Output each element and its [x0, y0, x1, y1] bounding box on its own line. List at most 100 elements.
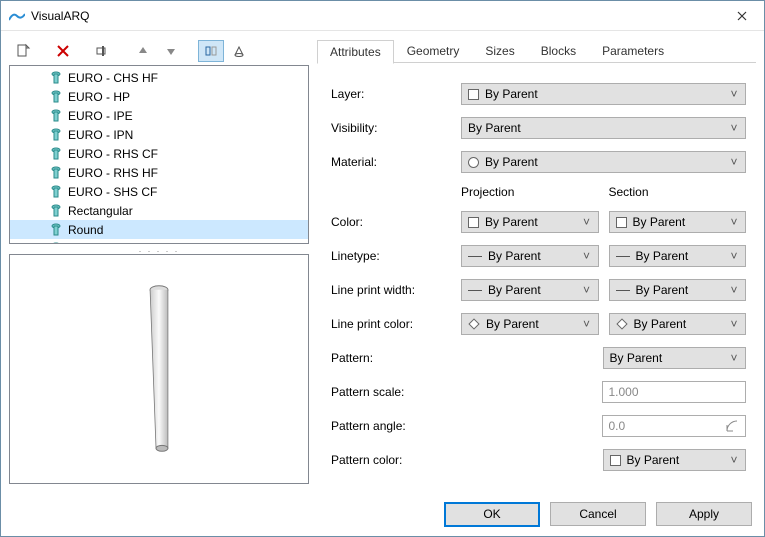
pattern-combo[interactable]: By Parent˅ [603, 347, 747, 369]
linetype-projection-combo[interactable]: By Parent˅ [461, 245, 599, 267]
pattern-scale-input[interactable]: 1.000 [602, 381, 747, 403]
tree-item[interactable]: Round [10, 220, 308, 239]
tree-item[interactable]: EURO - SHS CF [10, 182, 308, 201]
tree-item-label: EURO - RHS HF [68, 166, 158, 180]
pattern-label: Pattern: [331, 351, 461, 365]
layer-label: Layer: [331, 87, 461, 101]
right-column: AttributesGeometrySizesBlocksParameters … [317, 39, 756, 484]
left-column: EURO - CHS HF EURO - HP EURO - IPE EURO - I… [9, 39, 309, 484]
tree-item[interactable]: EURO - RHS CF [10, 144, 308, 163]
tab-parameters[interactable]: Parameters [589, 39, 677, 63]
tree-item-label: EURO - IPE [68, 109, 133, 123]
line-icon [468, 256, 482, 257]
new-style-button[interactable] [10, 40, 36, 62]
layer-value: By Parent [485, 87, 721, 101]
tree-item[interactable]: Rectangular [10, 201, 308, 220]
material-icon [468, 157, 479, 168]
tab-attributes[interactable]: Attributes [317, 40, 394, 64]
rename-button[interactable] [90, 40, 116, 62]
tab-blocks[interactable]: Blocks [528, 39, 589, 63]
move-down-button[interactable] [158, 40, 184, 62]
window-title: VisualARQ [31, 9, 720, 23]
color-label: Color: [331, 215, 461, 229]
pattern-color-label: Pattern color: [331, 453, 461, 467]
angle-unit-icon [725, 419, 739, 433]
layer-combo[interactable]: By Parent ˅ [461, 83, 746, 105]
line-icon [468, 290, 482, 291]
column-style-icon [50, 223, 62, 237]
apply-button[interactable]: Apply [656, 502, 752, 526]
titlebar: VisualARQ [1, 1, 764, 31]
view-front-button[interactable] [198, 40, 224, 62]
view-persp-button[interactable] [226, 40, 252, 62]
chevron-down-icon: ˅ [727, 351, 741, 365]
column-style-icon [50, 185, 62, 199]
dialog-footer: OK Cancel Apply [1, 492, 764, 536]
chevron-down-icon: ˅ [580, 249, 594, 263]
visibility-value: By Parent [468, 121, 721, 135]
preview-pane [9, 254, 309, 484]
chevron-down-icon: ˅ [727, 215, 741, 229]
move-up-button[interactable] [130, 40, 156, 62]
section-header: Section [609, 185, 747, 199]
lpw-section-combo[interactable]: By Parent˅ [609, 279, 747, 301]
attributes-panel: Layer: By Parent ˅ Visibility: By Parent… [317, 63, 756, 484]
chevron-down-icon: ˅ [580, 317, 594, 331]
horizontal-splitter[interactable]: . . . . . [9, 244, 309, 254]
material-combo[interactable]: By Parent ˅ [461, 151, 746, 173]
close-button[interactable] [720, 1, 764, 31]
swatch-icon [616, 217, 627, 228]
tree-item[interactable]: EURO - IPN [10, 125, 308, 144]
visibility-combo[interactable]: By Parent ˅ [461, 117, 746, 139]
line-print-color-label: Line print color: [331, 317, 461, 331]
color-projection-combo[interactable]: By Parent˅ [461, 211, 599, 233]
tree-item-label: EURO - IPN [68, 128, 133, 142]
color-section-combo[interactable]: By Parent˅ [609, 211, 747, 233]
tree-item-label: EURO - SHS CF [68, 185, 157, 199]
dialog-window: VisualARQ [0, 0, 765, 537]
chevron-down-icon: ˅ [580, 215, 594, 229]
tree-item[interactable]: EURO - RHS HF [10, 163, 308, 182]
tree-item-label: EURO - HP [68, 90, 130, 104]
pattern-angle-label: Pattern angle: [331, 419, 461, 433]
delete-button[interactable] [50, 40, 76, 62]
ok-button[interactable]: OK [444, 502, 540, 527]
style-tree[interactable]: EURO - CHS HF EURO - HP EURO - IPE EURO - I… [9, 65, 309, 244]
preview-column-icon [10, 255, 308, 483]
cancel-button[interactable]: Cancel [550, 502, 646, 526]
chevron-down-icon: ˅ [727, 283, 741, 297]
tree-item[interactable]: EURO - CHS HF [10, 68, 308, 87]
tree-item-label: Rectangular [68, 204, 133, 218]
line-print-width-label: Line print width: [331, 283, 461, 297]
swatch-icon [610, 455, 621, 466]
tree-item-label: Round [68, 223, 103, 237]
diamond-icon [616, 318, 627, 329]
column-style-icon [50, 204, 62, 218]
tree-item-label: EURO - CHS HF [68, 71, 158, 85]
pattern-color-combo[interactable]: By Parent˅ [603, 449, 747, 471]
column-style-icon [50, 109, 62, 123]
layer-swatch-icon [468, 89, 479, 100]
projection-header: Projection [461, 185, 599, 199]
visibility-label: Visibility: [331, 121, 461, 135]
dialog-body: EURO - CHS HF EURO - HP EURO - IPE EURO - I… [1, 31, 764, 492]
lpc-projection-combo[interactable]: By Parent˅ [461, 313, 599, 335]
lpc-section-combo[interactable]: By Parent˅ [609, 313, 747, 335]
pattern-scale-label: Pattern scale: [331, 385, 461, 399]
pattern-angle-input[interactable]: 0.0 [602, 415, 747, 437]
chevron-down-icon: ˅ [580, 283, 594, 297]
chevron-down-icon: ˅ [727, 249, 741, 263]
line-icon [616, 256, 630, 257]
tree-item[interactable]: EURO - IPE [10, 106, 308, 125]
lpw-projection-combo[interactable]: By Parent˅ [461, 279, 599, 301]
tab-sizes[interactable]: Sizes [472, 39, 527, 63]
tree-item[interactable]: EURO - HP [10, 87, 308, 106]
diamond-icon [468, 318, 479, 329]
linetype-section-combo[interactable]: By Parent˅ [609, 245, 747, 267]
tab-geometry[interactable]: Geometry [394, 39, 473, 63]
chevron-down-icon: ˅ [727, 317, 741, 331]
column-style-icon [50, 128, 62, 142]
column-style-icon [50, 147, 62, 161]
tab-bar: AttributesGeometrySizesBlocksParameters [317, 39, 756, 63]
line-icon [616, 290, 630, 291]
